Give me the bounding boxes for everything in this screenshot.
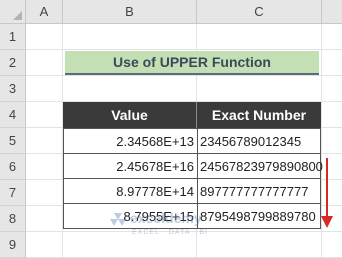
row-header-9[interactable]: 9	[0, 232, 26, 258]
header-value[interactable]: Value	[63, 102, 197, 128]
row-header-7[interactable]: 7	[0, 180, 26, 206]
gridline	[26, 75, 342, 76]
cell-exact-number[interactable]: 897777777777777	[197, 178, 321, 204]
column-header-b[interactable]: B	[63, 0, 197, 24]
select-all-corner[interactable]	[0, 0, 26, 24]
cell-value[interactable]: 2.45678E+16	[63, 153, 198, 179]
column-header-next[interactable]	[322, 0, 342, 24]
select-all-triangle-icon	[13, 11, 22, 20]
header-exact-number[interactable]: Exact Number	[197, 102, 321, 128]
column-header-a[interactable]: A	[26, 0, 63, 24]
row-header-5[interactable]: 5	[0, 128, 26, 154]
gridline	[26, 49, 342, 50]
cell-exact-number[interactable]: 24567823979890800	[197, 153, 323, 179]
exceldemy-watermark: exceldemy EXCEL · DATA · BI	[100, 205, 250, 245]
cell-value[interactable]: 2.34568E+13	[63, 128, 198, 154]
row-header-2[interactable]: 2	[0, 50, 26, 76]
exceldemy-logo-icon: exceldemy EXCEL · DATA · BI	[110, 210, 208, 236]
svg-text:exceldemy: exceldemy	[130, 210, 202, 226]
cell-exact-number[interactable]: 23456789012345	[197, 128, 321, 154]
sheet-title[interactable]: Use of UPPER Function	[65, 51, 319, 75]
row-header-3[interactable]: 3	[0, 76, 26, 102]
row-header-1[interactable]: 1	[0, 24, 26, 50]
row-header-4[interactable]: 4	[0, 102, 26, 128]
down-arrow-icon	[321, 158, 333, 228]
row-header-8[interactable]: 8	[0, 206, 26, 232]
cell-value[interactable]: 8.97778E+14	[63, 178, 198, 204]
column-header-c[interactable]: C	[197, 0, 322, 24]
row-header-6[interactable]: 6	[0, 154, 26, 180]
svg-text:EXCEL · DATA · BI: EXCEL · DATA · BI	[132, 229, 208, 236]
